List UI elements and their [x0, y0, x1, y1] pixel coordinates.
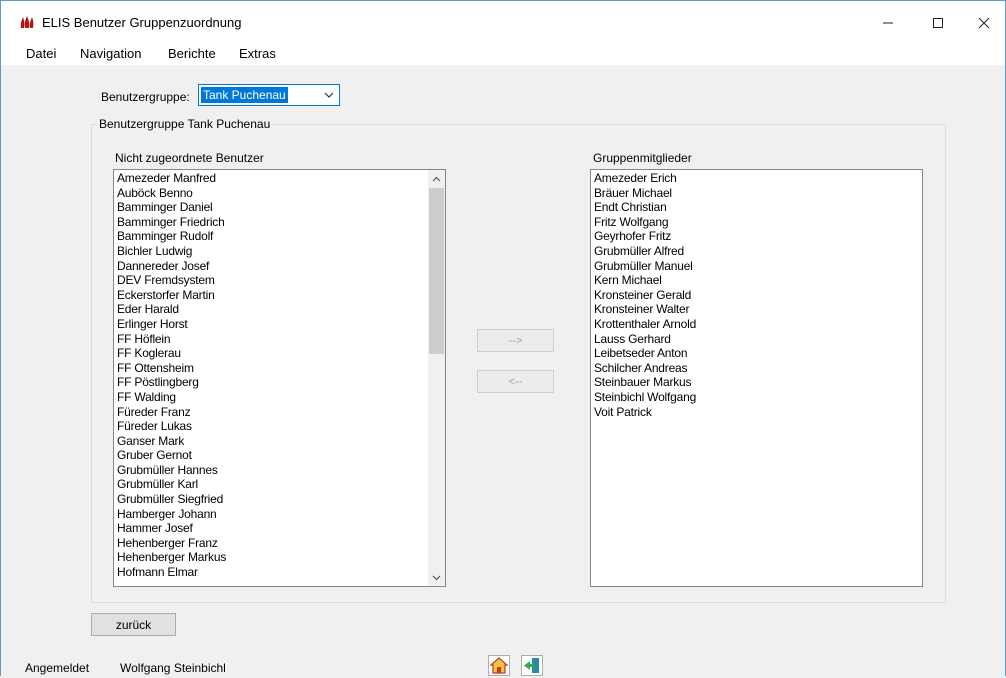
- home-icon: [489, 657, 509, 674]
- list-item[interactable]: Hofmann Elmar: [117, 565, 226, 580]
- group-members-label: Gruppenmitglieder: [593, 151, 692, 165]
- maximize-button[interactable]: [918, 9, 958, 37]
- list-item[interactable]: Hehenberger Markus: [117, 550, 226, 565]
- elis-flame-logo-icon: [20, 16, 34, 28]
- list-item[interactable]: Fritz Wolfgang: [594, 215, 696, 230]
- logged-in-label: Angemeldet: [25, 661, 90, 675]
- list-item[interactable]: Kronsteiner Walter: [594, 302, 696, 317]
- list-item[interactable]: DEV Fremdsystem: [117, 273, 226, 288]
- scroll-up-button[interactable]: [428, 170, 445, 187]
- unassigned-users-list[interactable]: Amezeder Manfred Auböck Benno Bamminger Da…: [113, 169, 446, 587]
- minimize-button[interactable]: [868, 9, 908, 37]
- list-item[interactable]: Ganser Mark: [117, 434, 226, 449]
- remove-from-group-button[interactable]: <--: [477, 370, 554, 393]
- close-icon: [978, 17, 990, 29]
- list-item[interactable]: Hammer Josef: [117, 521, 226, 536]
- menu-bar: Datei Navigation Berichte Extras: [0, 45, 1006, 65]
- list-item[interactable]: Erlinger Horst: [117, 317, 226, 332]
- list-item[interactable]: Füreder Lukas: [117, 419, 226, 434]
- list-item[interactable]: Hamberger Johann: [117, 507, 226, 522]
- exit-door-icon: [524, 658, 539, 673]
- list-item[interactable]: Krottenthaler Arnold: [594, 317, 696, 332]
- group-members-list[interactable]: Amezeder Erich Bräuer Michael Endt Christi…: [590, 169, 923, 587]
- list-item[interactable]: Grubmüller Karl: [117, 477, 226, 492]
- list-item[interactable]: Schilcher Andreas: [594, 361, 696, 376]
- list-item[interactable]: Dannereder Josef: [117, 259, 226, 274]
- group-select-value: Tank Puchenau: [201, 87, 288, 103]
- list-item[interactable]: Grubmüller Alfred: [594, 244, 696, 259]
- scroll-thumb[interactable]: [429, 188, 444, 354]
- list-item[interactable]: Eder Harald: [117, 302, 226, 317]
- list-item[interactable]: Lauss Gerhard: [594, 332, 696, 347]
- list-item[interactable]: Endt Christian: [594, 200, 696, 215]
- chevron-up-icon: [432, 176, 441, 181]
- groupbox-title: Benutzergruppe Tank Puchenau: [96, 117, 274, 131]
- title-bar: ELIS Benutzer Gruppenzuordnung: [0, 0, 1006, 45]
- chevron-down-icon: [432, 575, 441, 580]
- list-item[interactable]: Gruber Gernot: [117, 448, 226, 463]
- list-item[interactable]: Grubmüller Manuel: [594, 259, 696, 274]
- list-item[interactable]: Steinbauer Markus: [594, 375, 696, 390]
- back-button[interactable]: zurück: [91, 613, 176, 636]
- menu-datei[interactable]: Datei: [24, 46, 58, 61]
- vertical-scrollbar[interactable]: [428, 170, 445, 586]
- list-item[interactable]: Hehenberger Franz: [117, 536, 226, 551]
- close-button[interactable]: [964, 9, 1004, 37]
- list-item[interactable]: Grubmüller Hannes: [117, 463, 226, 478]
- list-item[interactable]: Füreder Franz: [117, 405, 226, 420]
- list-item[interactable]: Geyrhofer Fritz: [594, 229, 696, 244]
- list-item[interactable]: Bamminger Friedrich: [117, 215, 226, 230]
- home-button[interactable]: [488, 655, 510, 676]
- list-item[interactable]: Bichler Ludwig: [117, 244, 226, 259]
- list-item[interactable]: Voit Patrick: [594, 405, 696, 420]
- list-item[interactable]: Amezeder Erich: [594, 171, 696, 186]
- menu-extras[interactable]: Extras: [237, 46, 278, 61]
- list-item[interactable]: Eckerstorfer Martin: [117, 288, 226, 303]
- minimize-icon: [883, 22, 893, 24]
- list-item[interactable]: FF Ottensheim: [117, 361, 226, 376]
- group-label: Benutzergruppe:: [101, 90, 190, 104]
- list-item[interactable]: Kern Michael: [594, 273, 696, 288]
- logged-in-user: Wolfgang Steinbichl: [120, 661, 226, 675]
- chevron-down-icon: [324, 92, 334, 98]
- list-item[interactable]: FF Pöstlingberg: [117, 375, 226, 390]
- list-item[interactable]: Bamminger Daniel: [117, 200, 226, 215]
- maximize-icon: [933, 18, 943, 28]
- menu-berichte[interactable]: Berichte: [166, 46, 218, 61]
- list-item[interactable]: Kronsteiner Gerald: [594, 288, 696, 303]
- list-item[interactable]: FF Walding: [117, 390, 226, 405]
- exit-button[interactable]: [521, 655, 543, 676]
- window-title: ELIS Benutzer Gruppenzuordnung: [42, 15, 242, 30]
- add-to-group-button[interactable]: -->: [477, 329, 554, 352]
- list-item[interactable]: FF Höflein: [117, 332, 226, 347]
- list-item[interactable]: Bräuer Michael: [594, 186, 696, 201]
- list-item[interactable]: Steinbichl Wolfgang: [594, 390, 696, 405]
- list-item[interactable]: FF Koglerau: [117, 346, 226, 361]
- list-item[interactable]: Leibetseder Anton: [594, 346, 696, 361]
- group-select[interactable]: Tank Puchenau: [198, 84, 340, 106]
- scroll-down-button[interactable]: [428, 569, 445, 586]
- menu-navigation[interactable]: Navigation: [78, 46, 143, 61]
- list-item[interactable]: Amezeder Manfred: [117, 171, 226, 186]
- list-item[interactable]: Auböck Benno: [117, 186, 226, 201]
- list-item[interactable]: Bamminger Rudolf: [117, 229, 226, 244]
- list-item[interactable]: Grubmüller Siegfried: [117, 492, 226, 507]
- unassigned-users-label: Nicht zugeordnete Benutzer: [115, 151, 264, 165]
